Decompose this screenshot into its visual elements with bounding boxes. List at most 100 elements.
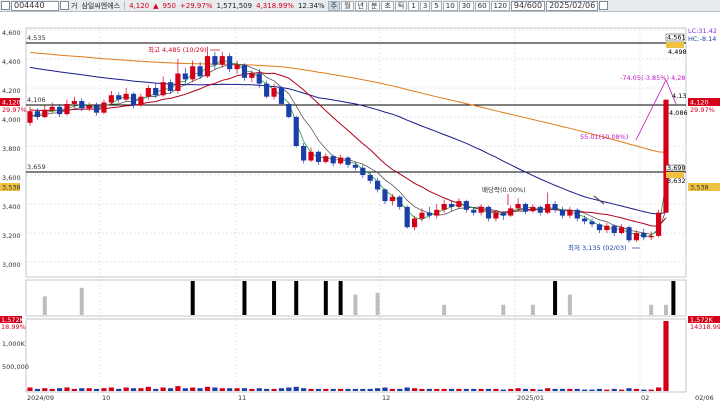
candle-body[interactable] — [441, 204, 447, 210]
candle-body[interactable] — [559, 209, 566, 216]
candle-body[interactable] — [493, 212, 499, 219]
candle-body[interactable] — [278, 88, 285, 104]
candle-body[interactable] — [167, 82, 174, 91]
candle-body[interactable] — [567, 209, 573, 216]
candle-body[interactable] — [145, 88, 151, 97]
candle-body[interactable] — [589, 221, 595, 225]
period-tick-button[interactable]: 틱 — [394, 0, 408, 11]
candle-body[interactable] — [456, 201, 462, 207]
candle-body[interactable] — [330, 156, 336, 164]
candle-body[interactable] — [86, 105, 92, 109]
candle-body[interactable] — [138, 96, 144, 106]
candle-body[interactable] — [648, 235, 654, 238]
candle-body[interactable] — [42, 109, 48, 117]
candle-body[interactable] — [323, 156, 329, 162]
interval-5-button[interactable]: 5 — [431, 0, 442, 11]
candle-body[interactable] — [315, 151, 322, 162]
candle-body[interactable] — [352, 164, 358, 168]
candle-body[interactable] — [530, 206, 536, 212]
candle-body[interactable] — [382, 189, 388, 202]
candle-body[interactable] — [190, 66, 196, 80]
candle-body[interactable] — [582, 218, 588, 222]
candle-body[interactable] — [367, 175, 373, 181]
candle-body[interactable] — [227, 56, 233, 70]
candle-body[interactable] — [175, 73, 181, 91]
candle-body[interactable] — [56, 106, 63, 115]
stock-chart[interactable]: 4,600 4,400 4,200 4,000 3,800 3,600 3,40… — [0, 12, 720, 404]
candle-body[interactable] — [604, 225, 610, 231]
candle-body[interactable] — [241, 64, 248, 78]
period-second-button[interactable]: 초 — [381, 0, 394, 11]
candle-body[interactable] — [108, 95, 114, 103]
candle-body[interactable] — [633, 233, 640, 241]
candle-body[interactable] — [116, 95, 122, 100]
candle-body[interactable] — [130, 93, 137, 106]
candle-body[interactable] — [219, 56, 225, 65]
candle-body[interactable] — [434, 209, 440, 216]
candle-body[interactable] — [71, 101, 77, 104]
candle-body[interactable] — [249, 73, 255, 78]
interval-120-button[interactable]: 120 — [490, 0, 510, 11]
candle-body[interactable] — [256, 73, 262, 84]
page-counter[interactable]: 94/600 — [510, 0, 546, 11]
candle-body[interactable] — [338, 157, 344, 164]
candle-body[interactable] — [389, 196, 395, 202]
candle-body[interactable] — [182, 73, 188, 80]
candle-body[interactable] — [308, 151, 314, 161]
candle-body[interactable] — [234, 64, 240, 70]
candle-body[interactable] — [212, 56, 218, 65]
interval-60-button[interactable]: 60 — [474, 0, 490, 11]
candle-body[interactable] — [360, 167, 366, 175]
candle-body[interactable] — [411, 218, 418, 228]
menu-icon[interactable] — [1, 1, 10, 10]
candle-body[interactable] — [574, 209, 580, 219]
period-year-button[interactable]: 년 — [354, 0, 367, 11]
candle-body[interactable] — [656, 212, 662, 236]
candle-body[interactable] — [619, 227, 625, 233]
candle-body[interactable] — [552, 204, 558, 210]
period-week-button[interactable]: 주 — [327, 0, 341, 11]
candle-body[interactable] — [508, 208, 514, 216]
interval-1-button[interactable]: 1 — [408, 0, 419, 11]
search-icon[interactable] — [60, 1, 69, 10]
candle-body[interactable] — [79, 101, 85, 109]
candle-body[interactable] — [545, 204, 551, 213]
candle-body[interactable] — [286, 103, 292, 117]
candle-body[interactable] — [160, 82, 166, 96]
stock-code-input[interactable]: 004440 — [11, 0, 59, 11]
candle-body[interactable] — [463, 201, 469, 210]
interval-10-button[interactable]: 10 — [442, 0, 458, 11]
candle-body[interactable] — [345, 157, 351, 165]
candle-body[interactable] — [93, 105, 100, 113]
interval-3-button[interactable]: 3 — [419, 0, 431, 11]
candle-body[interactable] — [397, 196, 403, 207]
candle-body[interactable] — [404, 206, 410, 228]
candle-body[interactable] — [123, 93, 129, 100]
candle-body[interactable] — [426, 212, 432, 216]
candle-body[interactable] — [500, 212, 506, 216]
candle-body[interactable] — [448, 204, 455, 207]
candle-body[interactable] — [197, 66, 203, 77]
candle-body[interactable] — [641, 233, 647, 238]
date-field[interactable]: 2025/02/06 — [546, 0, 599, 11]
calendar-icon[interactable] — [599, 1, 609, 10]
candle-body[interactable] — [293, 117, 299, 146]
candle-body[interactable] — [374, 180, 381, 190]
interval-30-button[interactable]: 30 — [458, 0, 474, 11]
candle-body[interactable] — [663, 99, 669, 213]
candle-body[interactable] — [596, 224, 603, 231]
candle-body[interactable] — [264, 83, 270, 97]
candle-body[interactable] — [64, 103, 70, 115]
candle-body[interactable] — [626, 227, 632, 241]
candle-body[interactable] — [34, 111, 40, 117]
period-minute-button[interactable]: 분 — [368, 0, 381, 11]
candle-body[interactable] — [49, 106, 55, 110]
candle-body[interactable] — [515, 204, 521, 209]
candle-body[interactable] — [537, 206, 543, 213]
candle-body[interactable] — [153, 88, 159, 96]
candle-body[interactable] — [471, 209, 477, 213]
candle-body[interactable] — [27, 111, 33, 123]
candle-body[interactable] — [522, 204, 529, 212]
period-month-button[interactable]: 월 — [341, 0, 354, 11]
candle-body[interactable] — [419, 212, 425, 219]
